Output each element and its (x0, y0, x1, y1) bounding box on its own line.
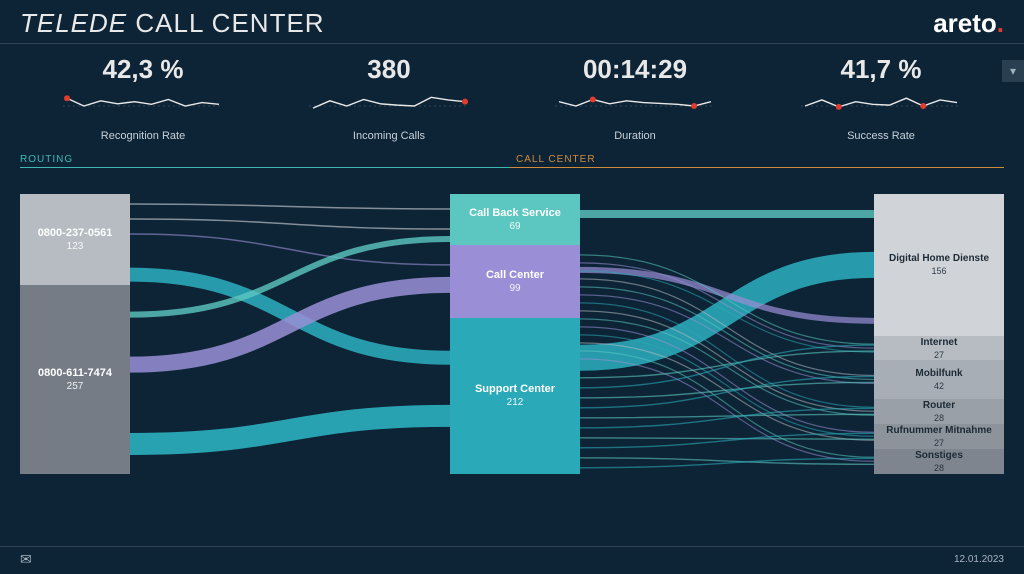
sankey-node[interactable]: Mobilfunk42 (874, 360, 1004, 398)
sankey-node[interactable]: Router28 (874, 399, 1004, 424)
sankey-node[interactable]: 0800-237-0561123 (20, 194, 130, 285)
title-rest: CALL CENTER (127, 8, 324, 38)
sparkline-incoming (309, 89, 469, 123)
sankey-col-topics: Digital Home Dienste156Internet27Mobilfu… (874, 174, 1004, 494)
kpi-row: 42,3 % Recognition Rate 380 Incoming Cal… (0, 44, 1024, 142)
section-labels: ROUTING CALL CENTER (20, 154, 1004, 168)
page-title: TELEDE CALL CENTER (20, 8, 325, 39)
sankey-node[interactable]: Sonstiges28 (874, 449, 1004, 474)
sankey-node[interactable]: Call Center99 (450, 245, 580, 318)
kpi-incoming-calls: 380 Incoming Calls (279, 54, 499, 142)
title-brand: TELEDE (20, 8, 127, 38)
sankey-col-queues: Call Back Service69Call Center99Support … (450, 174, 580, 494)
kpi-label: Duration (525, 130, 745, 142)
filter-button[interactable]: ▾ (1002, 60, 1024, 82)
section-routing-label: ROUTING (20, 154, 510, 168)
mail-icon[interactable]: ✉ (20, 551, 32, 568)
kpi-success-rate: 41,7 % Success Rate (771, 54, 991, 142)
footer: ✉ 12.01.2023 (0, 546, 1024, 574)
funnel-icon: ▾ (1010, 64, 1016, 78)
footer-date: 12.01.2023 (954, 554, 1004, 565)
sankey-node[interactable]: Digital Home Dienste156 (874, 194, 1004, 336)
sankey-col-sources: 0800-237-05611230800-611-7474257 (20, 174, 130, 494)
sparkline-duration (555, 89, 715, 123)
kpi-value: 00:14:29 (525, 54, 745, 85)
sankey-node[interactable]: 0800-611-7474257 (20, 285, 130, 474)
kpi-value: 380 (279, 54, 499, 85)
kpi-duration: 00:14:29 Duration (525, 54, 745, 142)
logo-dot: . (997, 8, 1004, 38)
kpi-label: Recognition Rate (33, 130, 253, 142)
sparkline-recognition (63, 89, 223, 123)
kpi-label: Success Rate (771, 130, 991, 142)
logo-text: areto (933, 8, 997, 38)
kpi-label: Incoming Calls (279, 130, 499, 142)
header: TELEDE CALL CENTER areto. (0, 0, 1024, 44)
sankey-node[interactable]: Call Back Service69 (450, 194, 580, 245)
sankey-node[interactable]: Rufnummer Mitnahme27 (874, 424, 1004, 449)
kpi-recognition-rate: 42,3 % Recognition Rate (33, 54, 253, 142)
sankey-node[interactable]: Internet27 (874, 336, 1004, 361)
sankey-node[interactable]: Support Center212 (450, 318, 580, 474)
logo: areto. (933, 8, 1004, 39)
sparkline-success (801, 89, 961, 123)
kpi-value: 41,7 % (771, 54, 991, 85)
kpi-value: 42,3 % (33, 54, 253, 85)
section-callcenter-label: CALL CENTER (510, 154, 1004, 168)
sankey-chart: 0800-237-05611230800-611-7474257 Call Ba… (20, 174, 1004, 494)
